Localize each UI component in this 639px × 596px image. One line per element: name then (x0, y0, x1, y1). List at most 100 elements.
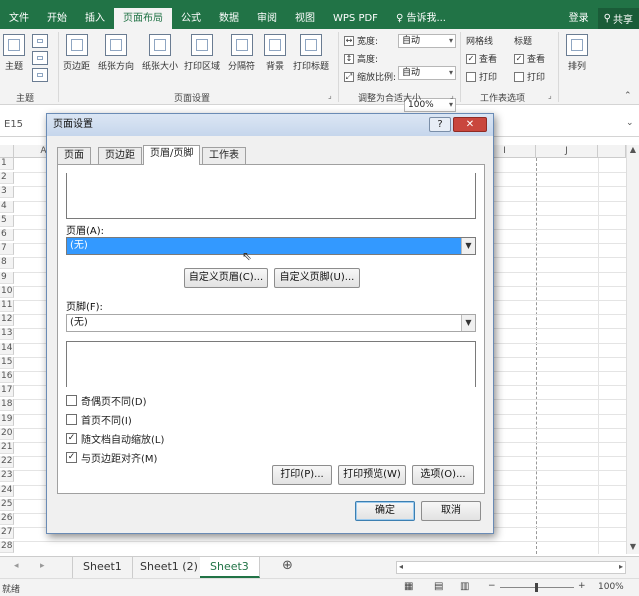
scroll-up-icon[interactable]: ▲ (627, 145, 639, 157)
prev-sheet-icon[interactable]: ◂ (14, 561, 19, 571)
tab-data[interactable]: 数据 (210, 8, 248, 29)
column-header-j[interactable]: J (536, 145, 598, 158)
size-button[interactable]: 纸张大小 (142, 34, 178, 72)
sheet-tab-sheet1[interactable]: Sheet1 (72, 557, 133, 578)
tab-review[interactable]: 审阅 (248, 8, 286, 29)
row-header[interactable]: 26 (0, 513, 14, 525)
row-header[interactable]: 13 (0, 328, 14, 341)
select-all-corner[interactable] (0, 145, 14, 158)
add-sheet-icon[interactable]: ⊕ (282, 558, 293, 573)
orientation-button[interactable]: 纸张方向 (98, 34, 134, 72)
effects-icon[interactable] (32, 68, 48, 82)
row-header[interactable]: 23 (0, 470, 14, 483)
row-header[interactable]: 16 (0, 371, 14, 383)
tab-insert[interactable]: 插入 (76, 8, 114, 29)
themes-button[interactable]: 主题 (3, 34, 25, 72)
zoom-slider-thumb[interactable] (535, 583, 538, 592)
cancel-button[interactable]: 取消 (421, 501, 481, 521)
row-header[interactable]: 20 (0, 427, 14, 440)
breaks-button[interactable]: 分隔符 (228, 34, 255, 72)
print-titles-button[interactable]: 打印标题 (293, 34, 329, 72)
height-select[interactable]: 自动 (398, 66, 456, 80)
row-header[interactable]: 11 (0, 300, 14, 312)
dropdown-arrow-icon[interactable]: ▼ (461, 238, 475, 254)
row-header[interactable]: 7 (0, 243, 14, 256)
tab-file[interactable]: 文件 (0, 8, 38, 29)
tab-wps-pdf[interactable]: WPS PDF (324, 8, 387, 29)
row-header[interactable]: 9 (0, 271, 14, 284)
header-select[interactable]: (无) ▼ (66, 237, 476, 255)
first-page-checkbox[interactable]: 首页不同(I) (66, 412, 132, 427)
margins-button[interactable]: 页边距 (63, 34, 90, 72)
row-header[interactable]: 24 (0, 484, 14, 497)
dialog-tab-margins[interactable]: 页边距 (98, 147, 142, 164)
column-header-k[interactable] (598, 145, 626, 158)
tab-formulas[interactable]: 公式 (172, 8, 210, 29)
dialog-tab-page[interactable]: 页面 (57, 147, 91, 164)
vertical-scrollbar[interactable]: ▲ ▼ (626, 145, 639, 554)
name-box[interactable]: E15 (0, 116, 42, 134)
share-button[interactable]: ⚲ 共享 (597, 8, 639, 29)
tab-page-layout[interactable]: 页面布局 (114, 8, 172, 29)
row-header[interactable]: 5 (0, 214, 14, 227)
row-header[interactable]: 22 (0, 456, 14, 469)
zoom-level[interactable]: 100% (598, 582, 624, 592)
sheet-tab-sheet3[interactable]: Sheet3 (200, 557, 260, 578)
row-header[interactable]: 19 (0, 413, 14, 426)
expand-formula-icon[interactable]: ⌄ (626, 118, 634, 128)
print-button[interactable]: 打印(P)... (272, 465, 332, 485)
row-header[interactable]: 18 (0, 399, 14, 412)
zoom-out-icon[interactable]: − (488, 581, 496, 591)
headings-print-checkbox[interactable]: 打印 (514, 70, 545, 83)
custom-footer-button[interactable]: 自定义页脚(U)... (274, 268, 360, 288)
page-layout-view-icon[interactable]: ▤ (434, 581, 443, 592)
row-header[interactable]: 1 (0, 158, 14, 170)
scale-launcher-icon[interactable]: ⌟ (450, 91, 454, 100)
row-header[interactable]: 17 (0, 385, 14, 398)
colors-icon[interactable] (32, 34, 48, 48)
row-header[interactable]: 27 (0, 527, 14, 540)
background-button[interactable]: 背景 (264, 34, 286, 72)
row-header[interactable]: 2 (0, 172, 14, 185)
options-button[interactable]: 选项(O)... (412, 465, 474, 485)
print-area-button[interactable]: 打印区域 (184, 34, 220, 72)
help-button[interactable]: ? (429, 117, 451, 132)
scale-with-document-checkbox[interactable]: ✓ 随文档自动缩放(L) (66, 431, 164, 446)
arrange-button[interactable]: 排列 (566, 34, 588, 72)
normal-view-icon[interactable]: ▦ (404, 581, 413, 592)
sheet-options-launcher-icon[interactable]: ⌟ (548, 91, 552, 100)
row-header[interactable]: 15 (0, 356, 14, 369)
print-preview-button[interactable]: 打印预览(W) (338, 465, 406, 485)
row-header[interactable]: 21 (0, 442, 14, 454)
row-header[interactable]: 4 (0, 200, 14, 213)
dropdown-arrow-icon[interactable]: ▼ (461, 315, 475, 331)
width-select[interactable]: 自动 (398, 34, 456, 48)
footer-select[interactable]: (无) ▼ (66, 314, 476, 332)
page-break-view-icon[interactable]: ▥ (460, 581, 469, 592)
close-button[interactable]: ✕ (453, 117, 487, 132)
row-header[interactable]: 25 (0, 498, 14, 511)
gridlines-print-checkbox[interactable]: 打印 (466, 70, 497, 83)
headings-view-checkbox[interactable]: ✓ 查看 (514, 52, 545, 65)
login-link[interactable]: 登录 (560, 8, 598, 29)
dialog-tab-header-footer[interactable]: 页眉/页脚 (143, 145, 201, 165)
custom-header-button[interactable]: 自定义页眉(C)... (184, 268, 268, 288)
row-header[interactable]: 12 (0, 314, 14, 327)
tell-me-search[interactable]: ♀ 告诉我... (387, 8, 455, 29)
odd-even-checkbox[interactable]: 奇偶页不同(D) (66, 393, 147, 408)
row-header[interactable]: 14 (0, 342, 14, 355)
scroll-left-icon[interactable]: ◂ (399, 562, 403, 571)
row-header[interactable]: 3 (0, 186, 14, 199)
scroll-down-icon[interactable]: ▼ (627, 542, 639, 554)
row-header[interactable]: 8 (0, 257, 14, 270)
zoom-in-icon[interactable]: + (578, 581, 586, 591)
page-setup-launcher-icon[interactable]: ⌟ (328, 91, 332, 100)
dialog-tab-sheet[interactable]: 工作表 (202, 147, 246, 164)
gridlines-view-checkbox[interactable]: ✓ 查看 (466, 52, 497, 65)
horizontal-scrollbar[interactable]: ◂ ▸ (396, 561, 626, 574)
tab-home[interactable]: 开始 (38, 8, 76, 29)
row-header[interactable]: 28 (0, 541, 14, 554)
align-margins-checkbox[interactable]: ✓ 与页边距对齐(M) (66, 450, 157, 465)
next-sheet-icon[interactable]: ▸ (40, 561, 45, 571)
row-header[interactable]: 10 (0, 285, 14, 298)
